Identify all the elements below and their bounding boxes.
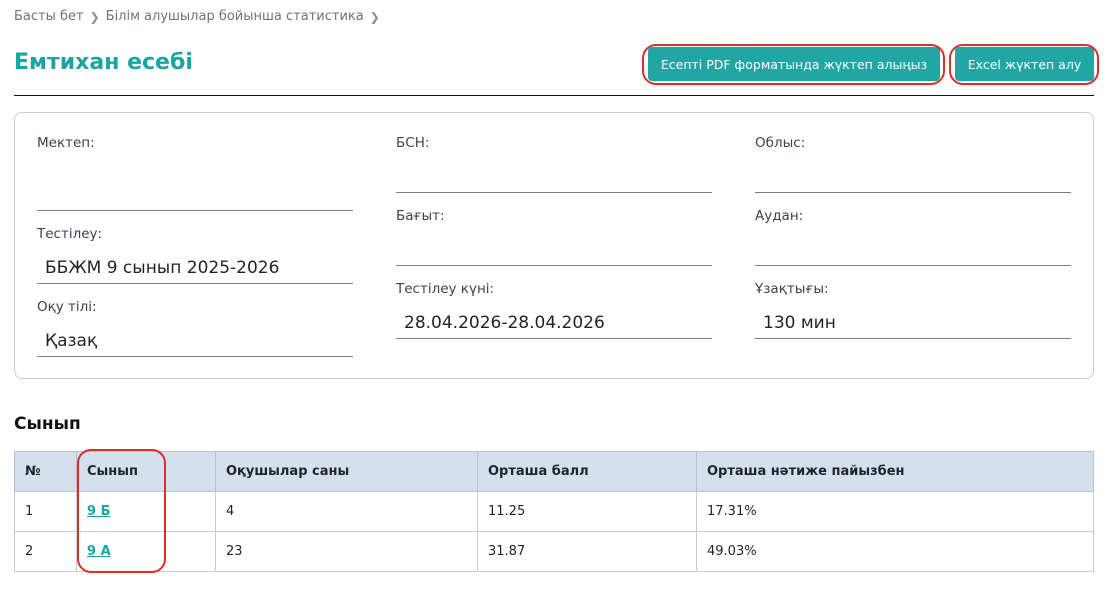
language-field-underline — [37, 356, 353, 357]
avg-score: 31.87 — [477, 531, 697, 572]
testing-value: ББЖМ 9 сынып 2025-2026 — [45, 258, 280, 278]
row-number: 2 — [14, 531, 77, 572]
region-label: Облыс: — [755, 135, 806, 151]
avg-score: 11.25 — [477, 491, 697, 532]
page-title: Емтихан есебі — [14, 50, 193, 75]
test-date-value: 28.04.2026-28.04.2026 — [404, 313, 605, 333]
column-header-avg-score: Орташа балл — [477, 451, 697, 492]
direction-field-underline — [396, 265, 712, 266]
duration-field-underline — [755, 338, 1071, 339]
breadcrumb: Басты бет ❯ Білім алушылар бойынша стати… — [14, 9, 386, 24]
duration-label: Ұзақтығы: — [755, 281, 829, 297]
test-date-label: Тестілеу күні: — [396, 281, 495, 297]
testing-field-underline — [37, 283, 353, 284]
region-field-underline — [755, 192, 1071, 193]
column-header-class: Сынып — [76, 451, 216, 492]
duration-value: 130 мин — [763, 313, 836, 333]
exam-info-card: Мектеп: Тестілеу: ББЖМ 9 сынып 2025-2026… — [14, 112, 1094, 379]
download-excel-button[interactable]: Excel жүктеп алу — [955, 47, 1094, 81]
school-field-underline — [37, 210, 353, 211]
header-divider — [14, 95, 1094, 96]
avg-percent: 17.31% — [696, 491, 1094, 532]
language-value: Қазақ — [45, 331, 98, 351]
column-header-students: Оқушылар саны — [215, 451, 478, 492]
class-link[interactable]: 9 Б — [87, 504, 110, 519]
class-link[interactable]: 9 А — [87, 544, 111, 559]
class-results-table: № Сынып Оқушылар саны Орташа балл Орташа… — [14, 451, 1094, 572]
column-header-avg-percent: Орташа нәтиже пайызбен — [696, 451, 1094, 492]
breadcrumb-home-link[interactable]: Басты бет — [14, 9, 84, 24]
table-row: 2 9 А 23 31.87 49.03% — [14, 531, 1094, 572]
district-label: Аудан: — [755, 208, 804, 224]
school-label: Мектеп: — [37, 135, 95, 151]
direction-label: Бағыт: — [396, 208, 445, 224]
column-header-number: № — [14, 451, 77, 492]
test-date-field-underline — [396, 338, 712, 339]
breadcrumb-current-link[interactable]: Білім алушылар бойынша статистика — [106, 9, 364, 24]
chevron-right-icon: ❯ — [369, 9, 380, 24]
class-section-title: Сынып — [14, 414, 81, 434]
bin-field-underline — [396, 192, 712, 193]
class-cell: 9 А — [76, 531, 216, 572]
chevron-right-icon: ❯ — [89, 9, 100, 24]
table-row: 1 9 Б 4 11.25 17.31% — [14, 491, 1094, 532]
row-number: 1 — [14, 491, 77, 532]
class-cell: 9 Б — [76, 491, 216, 532]
students-count: 23 — [215, 531, 478, 572]
language-label: Оқу тілі: — [37, 299, 97, 315]
bin-label: БСН: — [396, 135, 430, 151]
table-header-row: № Сынып Оқушылар саны Орташа балл Орташа… — [14, 451, 1094, 492]
download-pdf-button[interactable]: Есепті PDF форматында жүктеп алыңыз — [648, 47, 940, 81]
avg-percent: 49.03% — [696, 531, 1094, 572]
district-field-underline — [755, 265, 1071, 266]
testing-label: Тестілеу: — [37, 226, 103, 242]
students-count: 4 — [215, 491, 478, 532]
